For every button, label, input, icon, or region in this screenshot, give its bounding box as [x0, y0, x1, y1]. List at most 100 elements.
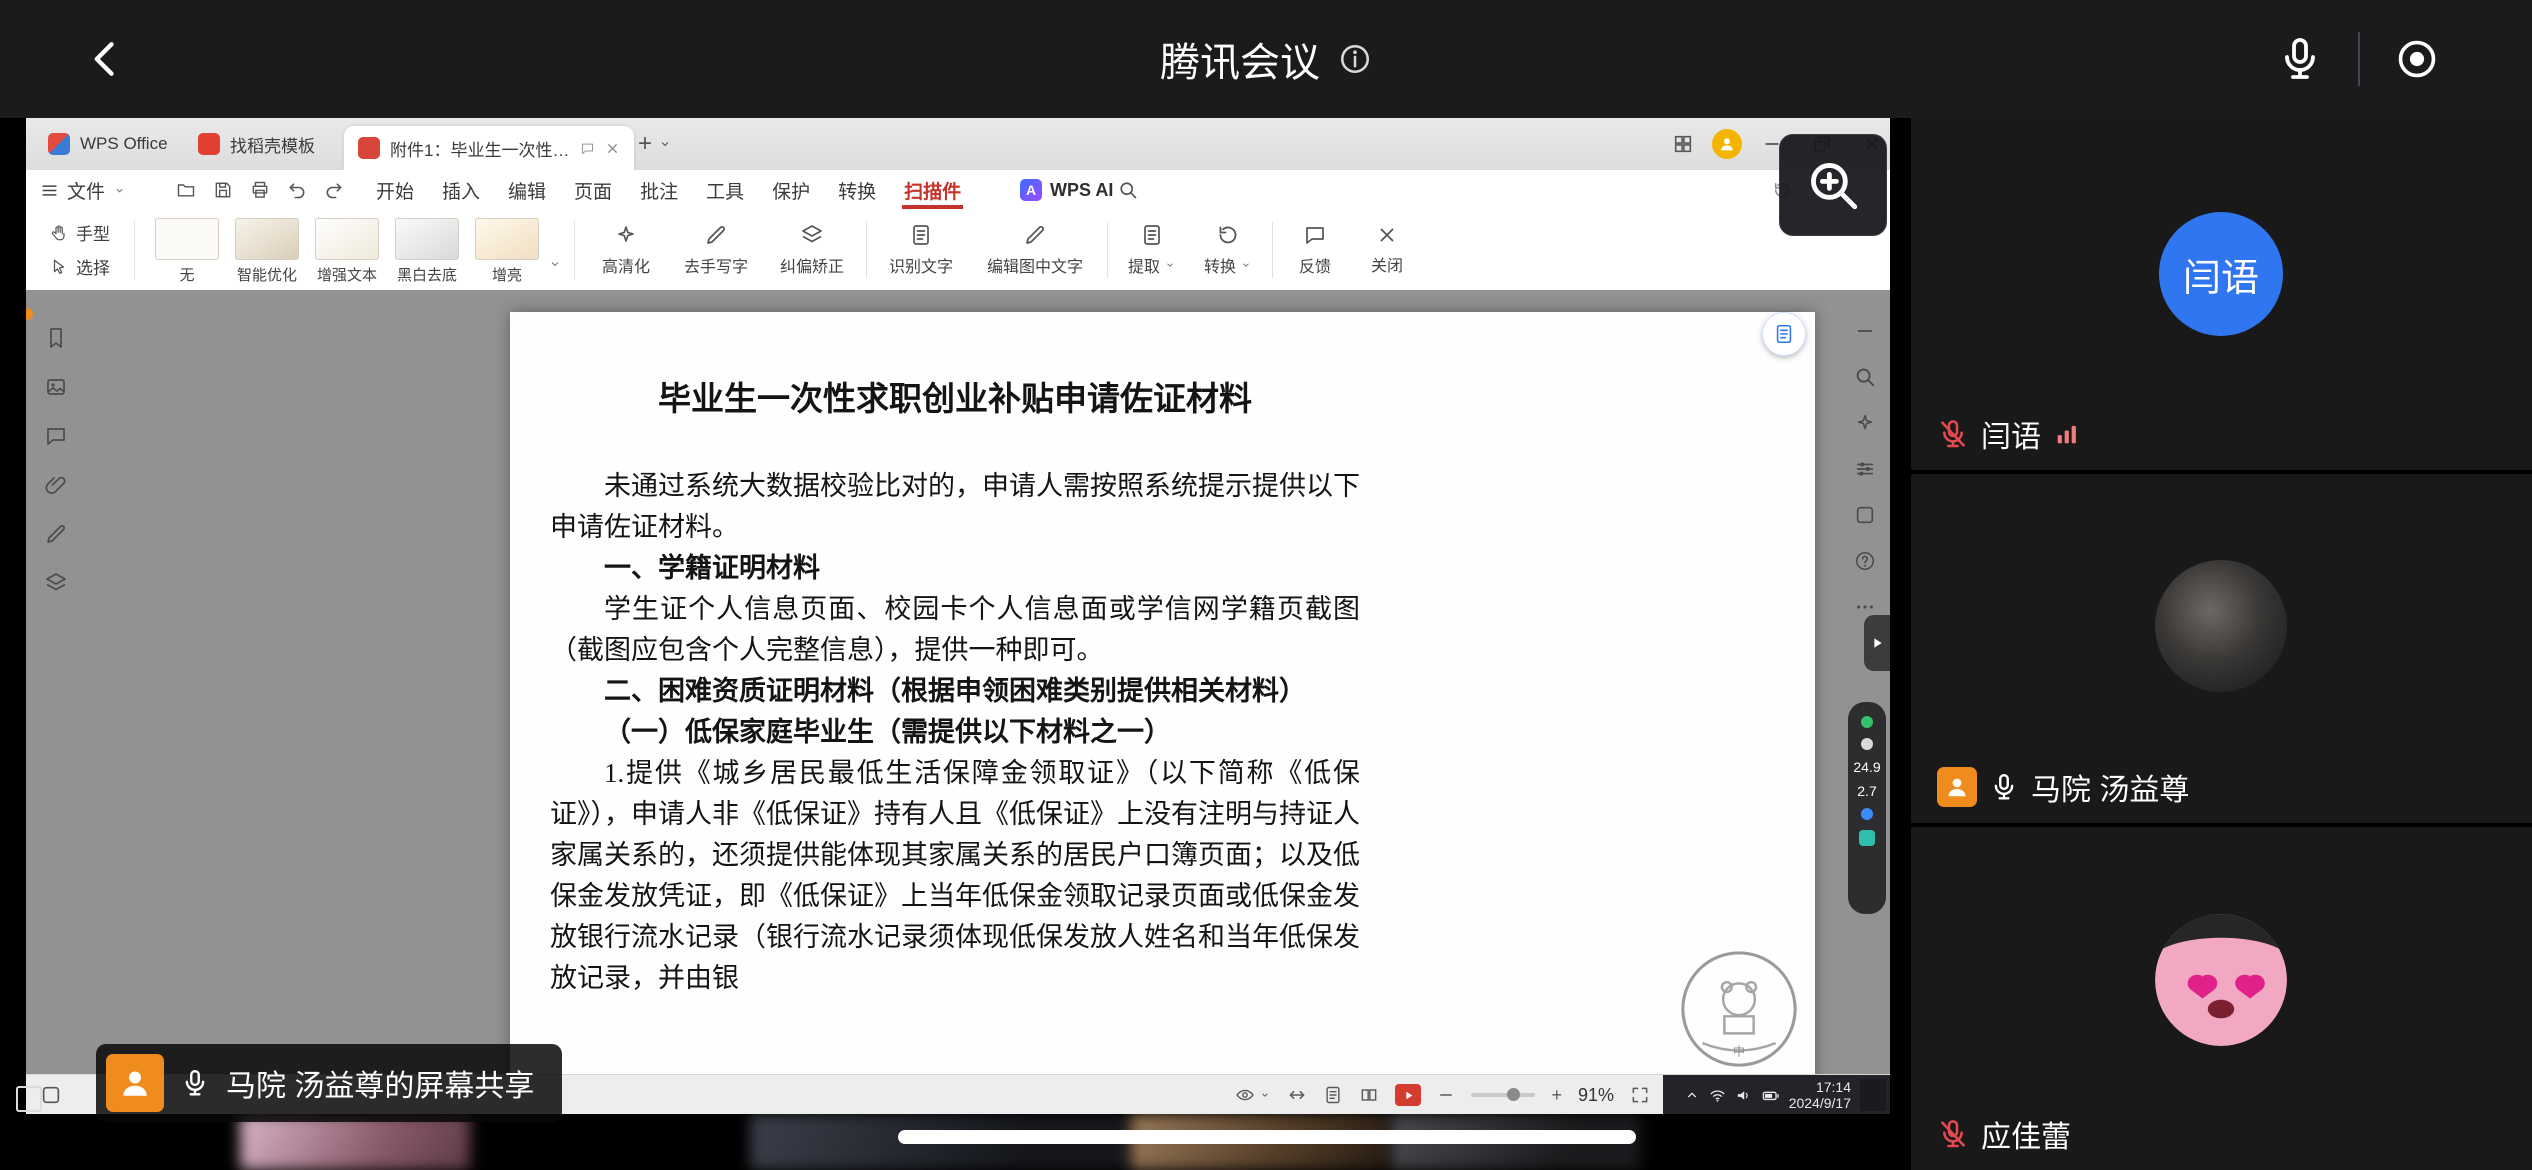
participant-name: 应佳蕾 — [1981, 1112, 2071, 1156]
rail-settings-icon[interactable] — [1854, 458, 1876, 480]
board-icon[interactable] — [40, 1084, 62, 1106]
wps-ai-button[interactable]: A WPS AI — [1020, 170, 1113, 210]
tool-remove-handwriting[interactable]: 去手写字 — [668, 214, 764, 286]
menu-item-edit[interactable]: 编辑 — [494, 170, 560, 210]
zoom-out-icon[interactable] — [1437, 1086, 1455, 1104]
cloud-doc-badge[interactable] — [1762, 312, 1806, 356]
filter-brighten[interactable]: 增亮 — [468, 218, 546, 285]
menu-item-protect[interactable]: 保护 — [758, 170, 824, 210]
tool-convert[interactable]: 转换 — [1190, 214, 1266, 286]
image-panel-icon[interactable] — [44, 375, 68, 399]
menu-item-insert[interactable]: 插入 — [428, 170, 494, 210]
filters-caret-icon[interactable] — [548, 257, 562, 271]
annotate-pen-icon[interactable] — [44, 522, 68, 546]
new-tab-button[interactable]: + — [638, 132, 652, 156]
tray-chevron-icon[interactable] — [1684, 1087, 1700, 1103]
menu-item-tools[interactable]: 工具 — [692, 170, 758, 210]
multi-page-icon[interactable] — [1359, 1085, 1379, 1105]
filter-enhance-text[interactable]: 增强文本 — [308, 218, 386, 285]
rail-sparkle-icon[interactable] — [1854, 412, 1876, 434]
slideshow-button[interactable] — [1395, 1084, 1421, 1106]
menu-item-scan[interactable]: 扫描件 — [890, 170, 975, 210]
new-tab-caret-icon[interactable] — [658, 137, 672, 151]
participant-tile-3[interactable]: 应佳蕾 — [1911, 827, 2532, 1170]
layout-switch-icon[interactable] — [1672, 133, 1694, 155]
clock-time: 17:14 — [1816, 1079, 1851, 1095]
tool-hd[interactable]: 高清化 — [584, 214, 668, 286]
video-thumbnail[interactable] — [240, 1114, 470, 1170]
docer-logo-icon — [198, 133, 220, 155]
tab-docer-templates[interactable]: 找稻壳模板 — [184, 118, 329, 170]
view-mode-button[interactable] — [1235, 1085, 1271, 1105]
feedback-icon — [1303, 223, 1327, 247]
menu-item-comment[interactable]: 批注 — [626, 170, 692, 210]
select-tool-button[interactable]: 选择 — [50, 254, 110, 279]
dock-square-icon[interactable] — [16, 1086, 42, 1112]
filter-smart-enhance[interactable]: 智能优化 — [228, 218, 306, 285]
zoom-in-icon[interactable]: + — [1551, 1086, 1562, 1104]
tool-close-scan[interactable]: 关闭 — [1351, 214, 1423, 286]
microphone-icon[interactable] — [2276, 35, 2324, 83]
document-page[interactable]: 毕业生一次性求职创业补贴申请佐证材料 未通过系统大数据校验比对的，申请人需按照系… — [510, 312, 1815, 1074]
document-text: 毕业生一次性求职创业补贴申请佐证材料 未通过系统大数据校验比对的，申请人需按照系… — [550, 376, 1360, 999]
collapse-rail-icon[interactable] — [1854, 320, 1876, 342]
bear-seal-stamp: 中 — [1678, 948, 1800, 1070]
bookmark-icon[interactable] — [44, 326, 68, 350]
tab-close-icon[interactable] — [605, 141, 620, 156]
panel-expand-handle[interactable] — [1864, 615, 1890, 671]
speaker-icon[interactable] — [1735, 1087, 1752, 1104]
magnifier-plus-icon — [1804, 156, 1862, 214]
zoom-magnifier-button[interactable] — [1779, 134, 1887, 236]
menu-item-page[interactable]: 页面 — [560, 170, 626, 210]
filter-none[interactable]: 无 — [148, 218, 226, 285]
layers-panel-icon[interactable] — [44, 571, 68, 595]
rail-panel-icon[interactable] — [1854, 504, 1876, 526]
undo-icon[interactable] — [287, 180, 307, 200]
print-icon[interactable] — [250, 180, 270, 200]
rail-help-icon[interactable] — [1854, 550, 1876, 572]
file-menu[interactable]: 文件 — [40, 170, 126, 210]
hand-tool-button[interactable]: 手型 — [50, 220, 110, 245]
rail-search-icon[interactable] — [1854, 366, 1876, 388]
fullscreen-icon[interactable] — [1630, 1085, 1650, 1105]
tab-wps-office[interactable]: WPS Office — [34, 118, 182, 170]
single-page-icon[interactable] — [1323, 1085, 1343, 1105]
filter-bw[interactable]: 黑白去底 — [388, 218, 466, 285]
menu-item-home[interactable]: 开始 — [362, 170, 428, 210]
zoom-slider[interactable] — [1471, 1093, 1535, 1097]
tool-extract[interactable]: 提取 — [1114, 214, 1190, 286]
taskbar-clock[interactable]: 17:14 2024/9/17 — [1789, 1079, 1851, 1111]
gallery-scrollbar[interactable] — [898, 1130, 1636, 1144]
menu-search-icon[interactable] — [1118, 180, 1138, 200]
comment-panel-icon[interactable] — [44, 424, 68, 448]
wifi-icon[interactable] — [1709, 1087, 1726, 1104]
participant-tile-2[interactable]: 马院 汤益尊 — [1911, 474, 2532, 823]
menu-item-convert[interactable]: 转换 — [824, 170, 890, 210]
account-avatar[interactable] — [1712, 129, 1742, 159]
tool-deskew[interactable]: 纠偏矫正 — [764, 214, 860, 286]
save-icon[interactable] — [213, 180, 233, 200]
doc-heading: （一）低保家庭毕业生（需提供以下材料之一） — [550, 712, 1360, 753]
doc-paragraph: 未通过系统大数据校验比对的，申请人需按照系统提示提供以下申请佐证材料。 — [550, 466, 1360, 548]
extract-icon — [1140, 223, 1164, 247]
toolbar-separator — [866, 222, 867, 278]
doc-paragraph: 学生证个人信息页面、校园卡个人信息面或学信网学籍页截图（截图应包含个人完整信息）… — [550, 589, 1360, 671]
open-folder-icon[interactable] — [176, 180, 196, 200]
tool-edit-image-text[interactable]: 编辑图中文字 — [969, 214, 1101, 286]
attachment-icon[interactable] — [44, 473, 68, 497]
zoom-slider-knob[interactable] — [1507, 1088, 1520, 1101]
action-center-button[interactable] — [1860, 1079, 1886, 1111]
fit-width-icon[interactable] — [1287, 1085, 1307, 1105]
meeting-info-icon[interactable] — [1338, 42, 1372, 76]
participant-tile-1[interactable]: 闫语 闫语 — [1911, 118, 2532, 470]
doc-logo-icon — [358, 137, 380, 159]
record-icon[interactable] — [2394, 36, 2440, 82]
network-monitor-widget[interactable]: 24.9 2.7 — [1848, 702, 1886, 914]
zoom-level[interactable]: 91% — [1578, 1085, 1614, 1106]
tool-ocr[interactable]: 识别文字 — [873, 214, 969, 286]
upload-speed: 2.7 — [1857, 784, 1876, 798]
tool-feedback[interactable]: 反馈 — [1279, 214, 1351, 286]
redo-icon[interactable] — [324, 180, 344, 200]
avatar-cartoon — [2155, 914, 2287, 1046]
tab-attachment-doc[interactable]: 附件1：毕业生一次性求职创... — [344, 126, 634, 170]
